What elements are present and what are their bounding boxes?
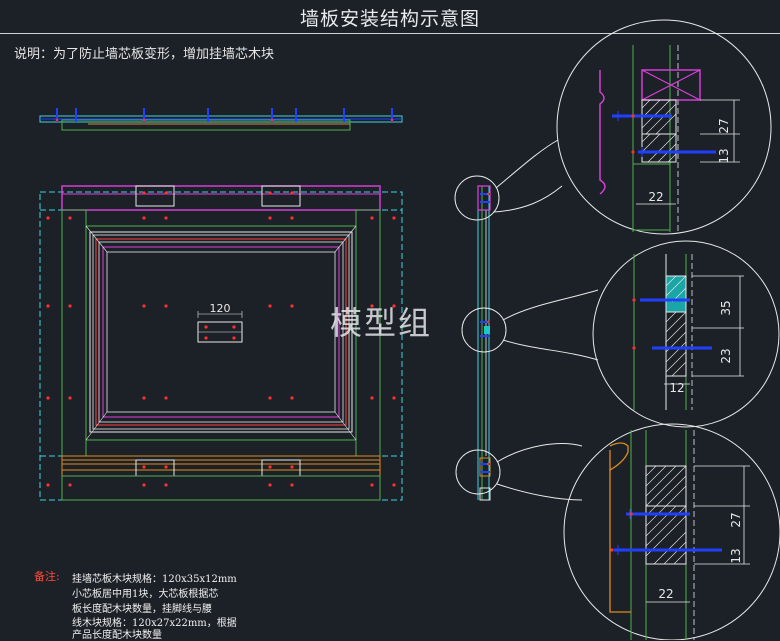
detail-middle [592,240,780,428]
note-line-5: 产品长度配木块数量 [72,630,162,641]
detail1-dim-a: 27 [717,118,731,133]
detail2-dim-b: 23 [719,348,733,363]
detail-bottom [563,423,780,640]
detail1-dim-b: 13 [717,148,731,163]
watermark-text: 模型组 [330,304,433,342]
side-section-view [454,139,599,501]
detail3-dim-c: 22 [658,587,673,601]
detail2-dim-a: 35 [719,300,733,315]
detail3-dim-a: 27 [729,512,743,527]
notes-label: 备注: [34,570,60,583]
top-plan-view [39,108,403,131]
detail3-dim-b: 13 [729,548,743,563]
detail-top [556,19,772,235]
note-line-1: 挂墙芯板木块规格：120x35x12mm [72,574,237,585]
detail2-dim-c: 12 [669,381,684,395]
note-line-2: 小芯板居中用1块，大芯板根据芯 [72,589,219,600]
note-line-3: 板长度配木块数量，挂脚线与腰 [72,604,212,615]
center-dimension-label: 120 [210,302,231,315]
detail1-dim-c: 22 [648,190,663,204]
